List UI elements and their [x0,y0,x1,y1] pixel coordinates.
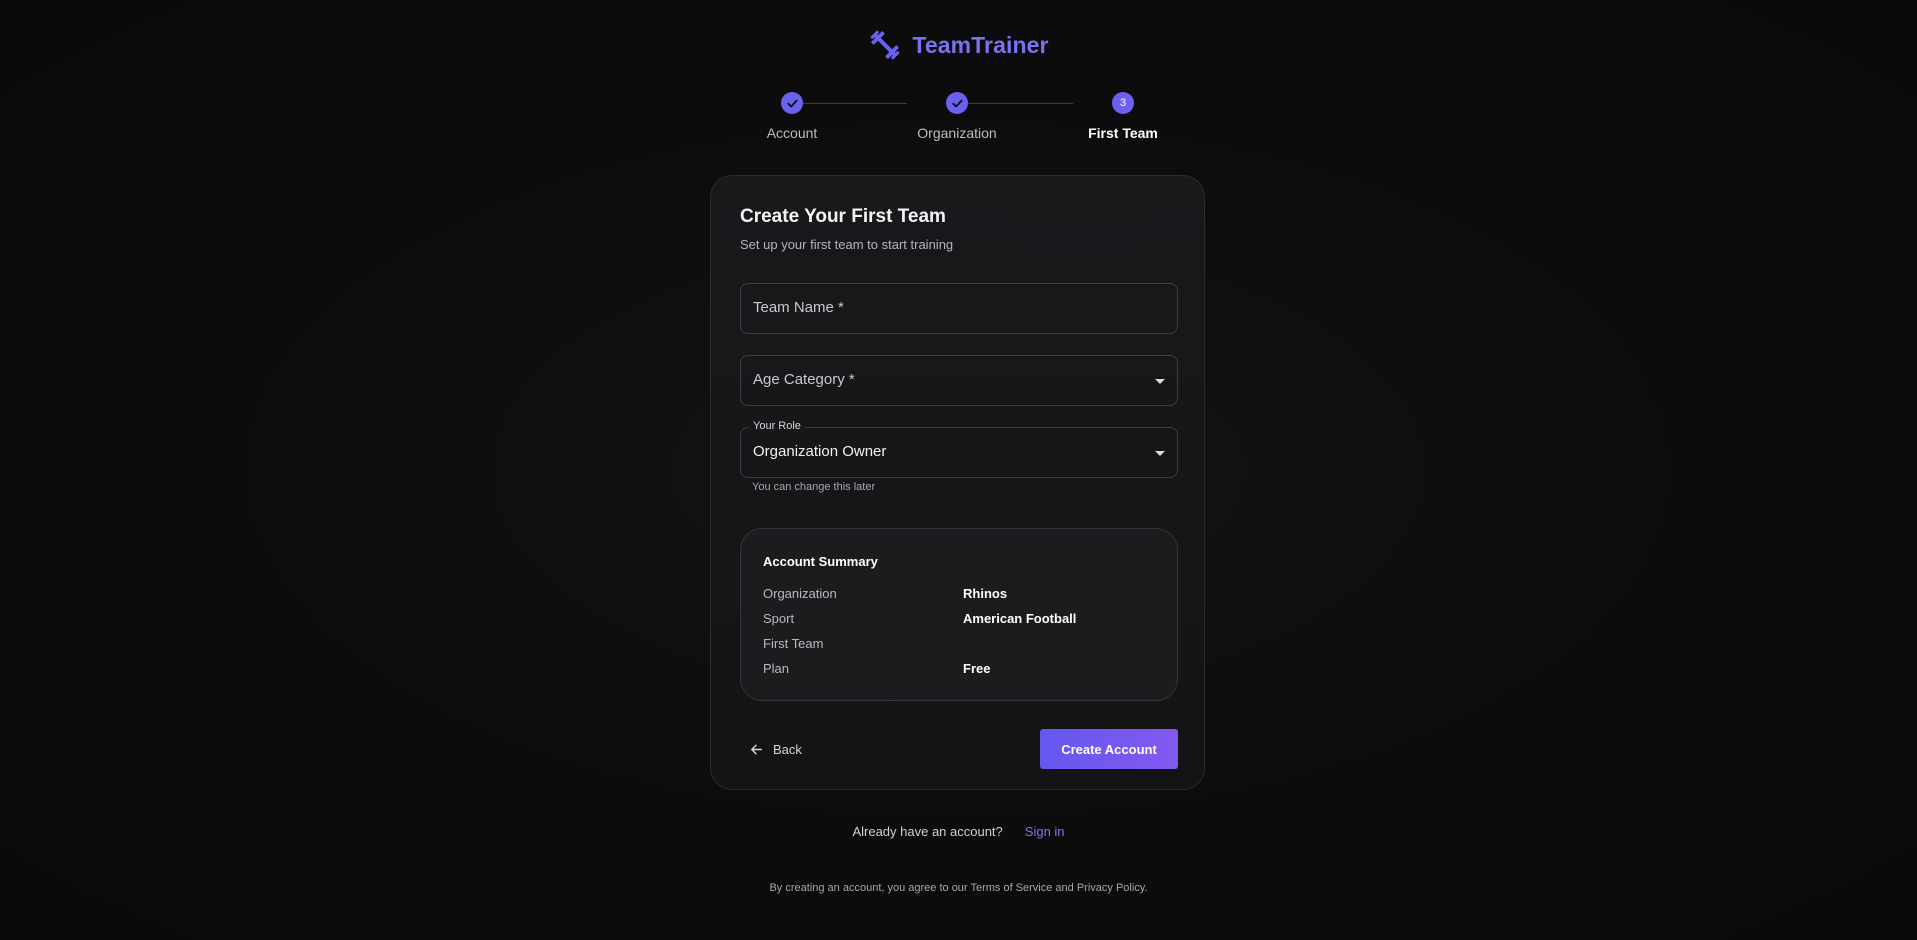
summary-value: American Football [963,611,1077,626]
team-name-input[interactable]: Team Name * [740,283,1178,334]
back-label: Back [773,741,802,757]
role-select[interactable]: Your Role Organization Owner [740,420,1178,478]
signin-prompt: Already have an account? [852,824,1003,839]
step-label: First Team [1088,125,1158,141]
summary-value: Free [963,661,991,676]
step-number: 3 [1112,92,1134,114]
summary-title: Account Summary [763,554,878,569]
check-icon [946,92,968,114]
back-button[interactable]: Back [749,734,802,764]
age-category-placeholder: Age Category * [753,371,855,388]
create-team-card: Create Your First Team Set up your first… [710,175,1205,790]
summary-key: First Team [763,636,824,651]
account-summary: Account Summary Organization Rhinos Spor… [740,528,1178,701]
step-organization: Organization [897,92,1017,141]
brand-name: TeamTrainer [912,31,1049,58]
summary-row: Organization Rhinos [763,586,1163,604]
brand-header: TeamTrainer [0,28,1917,62]
signin-row: Already have an account? Sign in [0,824,1917,839]
summary-key: Plan [763,661,790,676]
signup-page: TeamTrainer Account Organization 3 First… [0,0,1917,940]
card-title: Create Your First Team [740,206,946,227]
summary-key: Sport [763,611,795,626]
legal-notice: By creating an account, you agree to our… [769,882,1148,894]
create-account-button[interactable]: Create Account [1040,729,1178,769]
signin-link[interactable]: Sign in [1025,824,1065,839]
arrow-left-icon [751,744,762,754]
summary-row: Sport American Football [763,611,1163,629]
team-name-placeholder: Team Name * [753,299,844,316]
dropdown-arrow-icon [1155,379,1165,384]
check-icon [781,92,803,114]
summary-value: Rhinos [963,586,1008,601]
role-helper-text: You can change this later [752,481,876,493]
role-value: Organization Owner [753,443,887,460]
step-first-team: 3 First Team [1063,92,1183,141]
summary-key: Organization [763,586,837,601]
card-subtitle: Set up your first team to start training [740,237,954,252]
step-label: Organization [917,125,997,141]
summary-row: First Team [763,636,1163,654]
summary-row: Plan Free [763,661,1163,679]
dumbbell-icon [870,30,900,60]
step-account: Account [732,92,852,141]
role-label: Your Role [749,420,805,432]
age-category-select[interactable]: Age Category * [740,355,1178,406]
dropdown-arrow-icon [1155,451,1165,456]
progress-stepper: Account Organization 3 First Team [741,92,1158,152]
step-label: Account [766,125,818,141]
